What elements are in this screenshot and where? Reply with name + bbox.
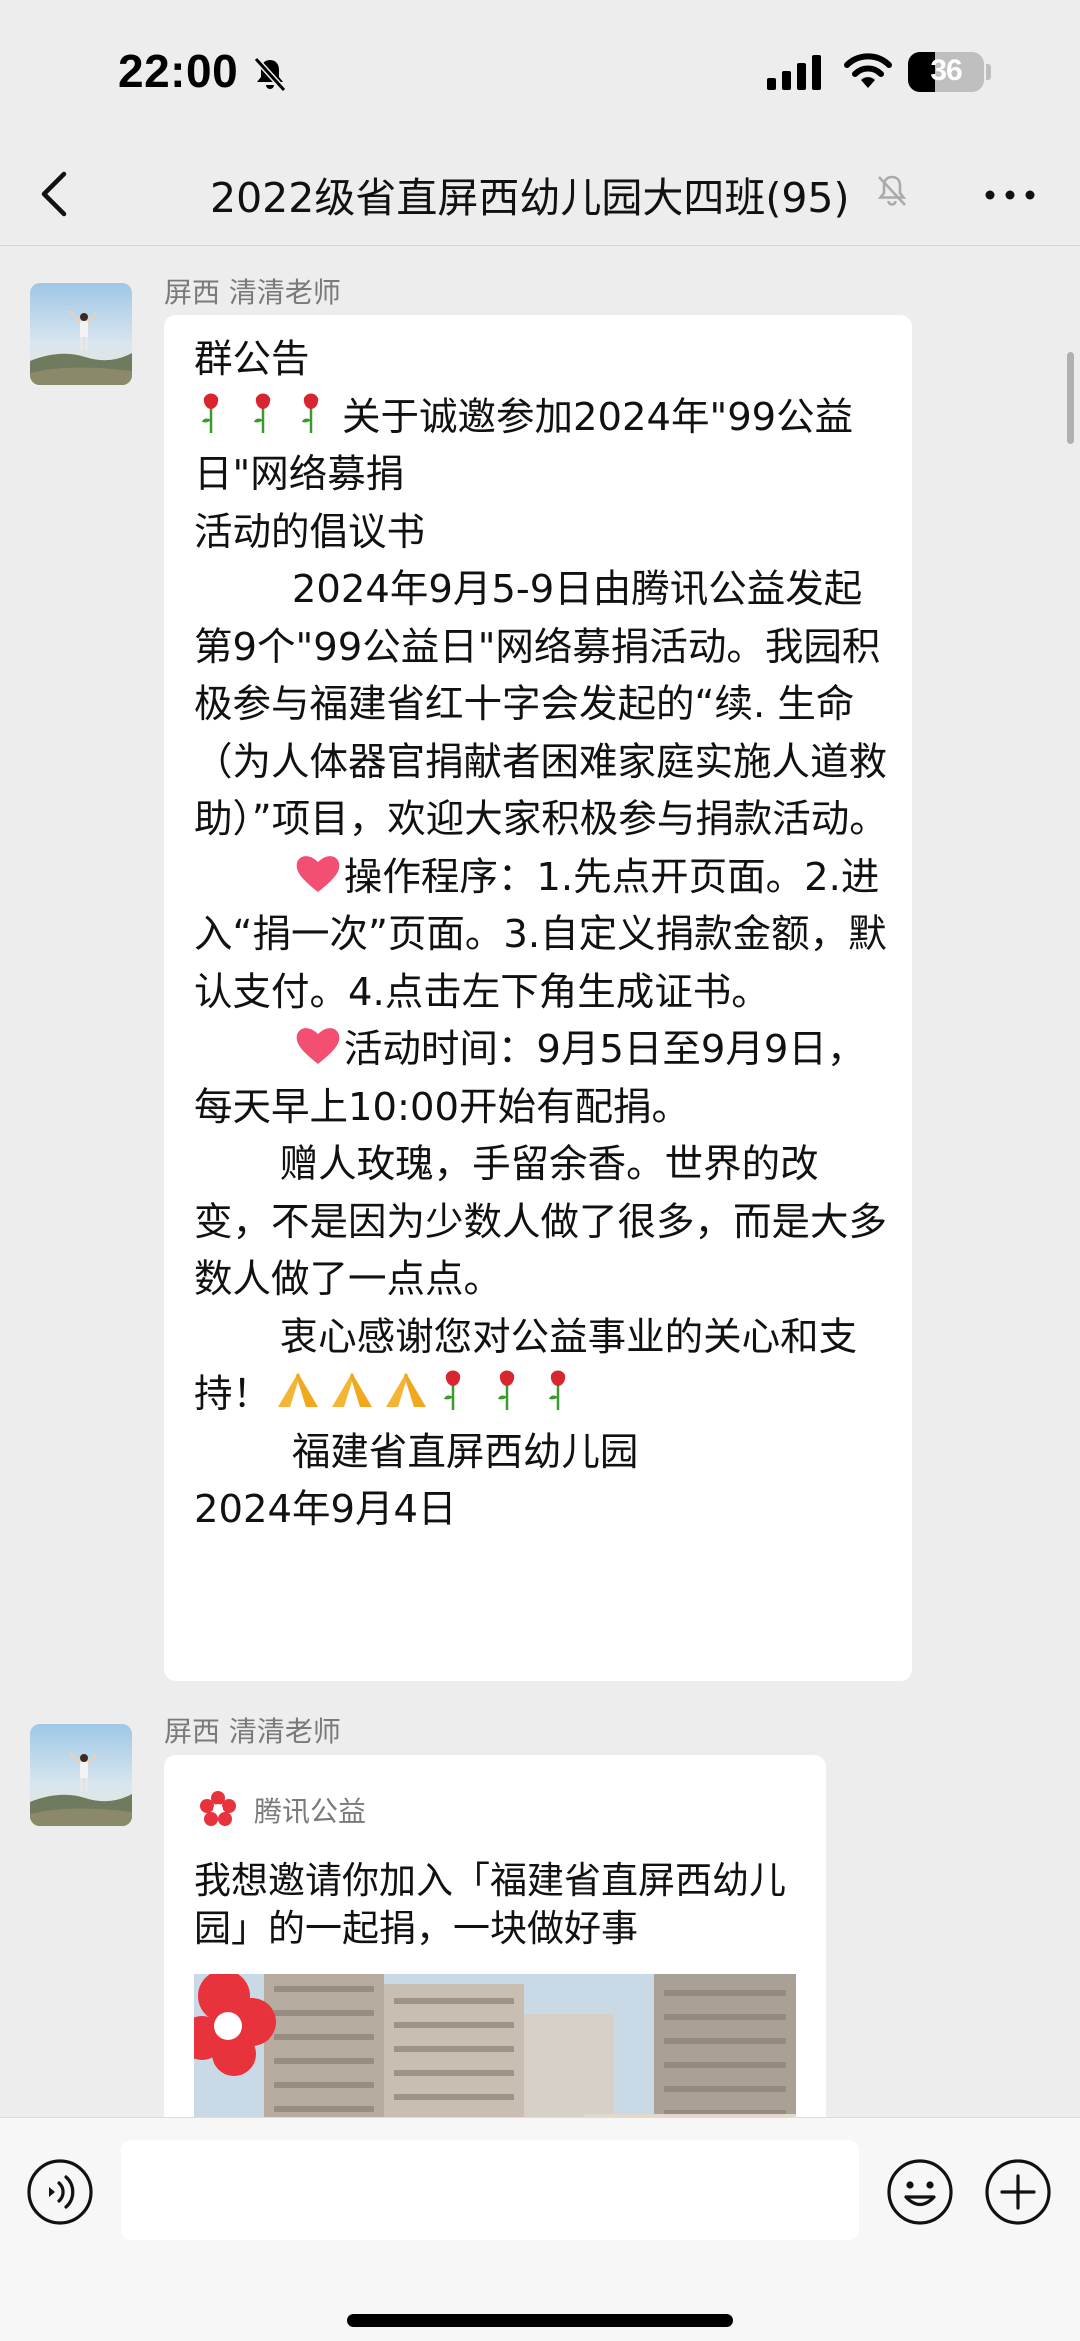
praying-hands-emoji-icon xyxy=(278,1373,319,1407)
more-options-icon[interactable] xyxy=(980,180,1040,210)
announcement-intro: 关于诚邀参加2024年"99公益日"网络募捐 活动的倡议书 2024年9月5-9… xyxy=(194,394,888,843)
sender-name: 屏西 清清老师 xyxy=(164,276,341,309)
avatar[interactable] xyxy=(30,1724,132,1826)
announcement-signature: 福建省直屏西幼儿园 2024年9月4日 xyxy=(194,1429,639,1533)
status-bar: 22:00 36 xyxy=(0,0,1080,140)
praying-hands-emoji-icon xyxy=(386,1373,427,1407)
chat-message-list[interactable]: 屏西 清清老师 群公告 关于诚邀参加2024年"99公益日"网络募捐 活动的倡议… xyxy=(0,247,1080,2117)
avatar[interactable] xyxy=(30,283,132,385)
more-features-icon[interactable] xyxy=(982,2156,1054,2228)
rose-emoji-icon xyxy=(444,1370,461,1410)
rose-emoji-icon xyxy=(498,1370,515,1410)
building-photo xyxy=(194,1974,796,2117)
share-source-name: 腾讯公益 xyxy=(254,1795,367,1828)
avatar-photo xyxy=(30,1724,132,1826)
rose-emoji-icon xyxy=(202,393,219,433)
avatar-photo xyxy=(30,283,132,385)
home-indicator[interactable] xyxy=(347,2314,733,2327)
emoji-icon[interactable] xyxy=(884,2156,956,2228)
muted-notification-icon xyxy=(877,175,907,206)
scrollbar[interactable] xyxy=(1067,352,1074,444)
heart-emoji-icon xyxy=(296,855,340,892)
heart-emoji-icon xyxy=(296,1028,340,1064)
tencent-charity-logo-icon xyxy=(200,1791,236,1826)
sender-name: 屏西 清清老师 xyxy=(164,1715,341,1748)
announcement-period: 活动时间：9月5日至9月9日，每天早上10:00开始有配捐。 赠人玫瑰，手留余香… xyxy=(194,1027,888,1417)
battery-icon: 36 xyxy=(908,52,984,92)
share-title: 我想邀请你加入「福建省直屏西幼儿园」的一起捐，一块做好事 xyxy=(194,1859,786,1950)
announcement-text[interactable]: 群公告 关于诚邀参加2024年"99公益日"网络募捐 活动的倡议书 2024年9… xyxy=(194,331,894,1539)
voice-input-icon[interactable] xyxy=(24,2156,96,2228)
wifi-icon xyxy=(844,53,892,88)
chat-title: 2022级省直屏西幼儿园大四班(95) xyxy=(210,174,850,222)
rose-emoji-icon xyxy=(549,1370,566,1410)
rose-emoji-icon xyxy=(302,393,319,433)
battery-level: 36 xyxy=(930,54,962,87)
cellular-signal-icon xyxy=(767,55,821,90)
announcement-heading: 群公告 xyxy=(194,337,310,382)
back-icon[interactable] xyxy=(36,166,72,222)
chat-header: 2022级省直屏西幼儿园大四班(95) xyxy=(0,140,1080,246)
message-input[interactable] xyxy=(121,2140,859,2240)
rose-emoji-icon xyxy=(254,393,271,433)
input-toolbar xyxy=(0,2117,1080,2341)
battery-cap xyxy=(986,64,991,80)
share-preview-image xyxy=(194,1974,796,2117)
silent-mode-icon xyxy=(253,56,287,93)
praying-hands-emoji-icon xyxy=(332,1373,373,1407)
status-time: 22:00 xyxy=(118,45,239,97)
